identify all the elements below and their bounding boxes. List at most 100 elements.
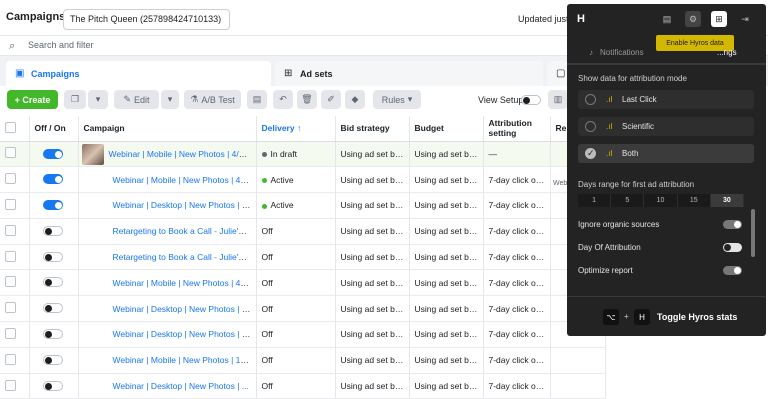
create-button[interactable]: + Create (7, 90, 58, 109)
table-row[interactable]: Webinar | Desktop | New Photos | 4/1... A… (0, 192, 606, 219)
days-option[interactable]: 15 (678, 194, 711, 207)
row-select[interactable] (0, 269, 30, 297)
column-header[interactable]: Budget (409, 116, 484, 142)
column-header[interactable]: Bid strategy (335, 116, 410, 142)
campaign-toggle[interactable] (42, 329, 63, 340)
campaign-toggle[interactable] (42, 225, 63, 236)
table-row[interactable]: Webinar | Mobile | New Photos | 4/5... Of… (0, 269, 606, 297)
days-option-selected[interactable]: 30 (710, 194, 745, 207)
panel-scrollbar[interactable] (751, 209, 755, 257)
campaign-name-link[interactable]: Webinar | Mobile | New Photos | 12/9... (113, 355, 256, 365)
grid-icon[interactable]: ⊞ (711, 11, 727, 27)
delete-button[interactable]: ▤ (247, 90, 267, 109)
row-checkbox[interactable] (5, 327, 16, 339)
row-select[interactable] (0, 166, 30, 194)
column-header[interactable]: Delivery ↑ (256, 116, 336, 142)
campaign-toggle[interactable] (42, 354, 63, 365)
duplicate-button[interactable]: ❐ (64, 90, 86, 109)
row-checkbox[interactable] (5, 147, 16, 159)
duplicate-dropdown[interactable]: ▾ (88, 90, 108, 109)
discard-button[interactable]: 🗑 (297, 90, 317, 109)
table-row[interactable]: Webinar | Desktop | New Photos | ... Off U… (0, 373, 606, 399)
row-select[interactable] (0, 141, 30, 168)
row-checkbox[interactable] (5, 198, 16, 210)
select-all-checkbox[interactable] (5, 121, 16, 133)
column-header[interactable]: Campaign (78, 116, 257, 142)
campaign-toggle[interactable] (42, 380, 63, 391)
edit-button[interactable]: ✎ Edit (114, 90, 159, 109)
table-row[interactable]: Webinar | Desktop | New Photos | 12/... O… (0, 321, 606, 348)
table-row[interactable]: Webinar | Mobile | New Photos | 4/15... A… (0, 166, 606, 194)
days-option[interactable]: 10 (644, 194, 678, 207)
mode-scientific[interactable]: .ıl Scientific (578, 117, 754, 136)
day-of-attribution-toggle[interactable] (723, 243, 742, 252)
columns-button[interactable]: ▥ (548, 90, 568, 109)
undo-button[interactable]: ↶ (273, 90, 293, 109)
campaign-name-link[interactable]: Webinar | Desktop | New Photos | 4/5/... (113, 304, 256, 314)
rules-button[interactable]: Rules ▾ (373, 90, 421, 109)
campaign-cell: Webinar | Desktop | New Photos | ... (78, 373, 257, 399)
campaign-toggle[interactable] (42, 148, 63, 159)
optimize-report-toggle[interactable] (723, 266, 742, 275)
row-select[interactable] (0, 244, 30, 271)
table-row[interactable]: Retargeting to Book a Call - Julie's W..… (0, 244, 606, 271)
row-checkbox[interactable] (5, 353, 16, 365)
campaign-toggle[interactable] (42, 200, 63, 211)
row-select[interactable] (0, 373, 30, 399)
row-select[interactable] (0, 321, 30, 348)
ignore-organic-toggle[interactable] (723, 220, 742, 229)
row-checkbox[interactable] (5, 379, 16, 391)
radio-button[interactable] (585, 94, 596, 105)
row-checkbox[interactable] (5, 250, 16, 262)
search-input[interactable]: Search and filter (28, 40, 94, 50)
tab-ad-sets[interactable]: ⊞ Ad sets (275, 61, 543, 86)
column-header[interactable]: Off / On (29, 116, 79, 142)
tag-button[interactable]: ◆ (345, 90, 365, 109)
row-checkbox[interactable] (5, 302, 16, 314)
campaign-name-link[interactable]: Webinar | Desktop | New Photos | 4/1... (113, 200, 256, 210)
campaign-name-link[interactable]: Webinar | Mobile | New Photos | 4/5... (113, 278, 255, 288)
row-select[interactable] (0, 295, 30, 323)
account-selector[interactable]: The Pitch Queen (257898424710133) (63, 9, 230, 30)
tab-notifications[interactable]: Notifications (600, 48, 644, 57)
campaign-name-link[interactable]: Webinar | Desktop | New Photos | ... (113, 381, 249, 391)
row-select[interactable] (0, 347, 30, 374)
view-setup-toggle[interactable] (521, 95, 541, 105)
campaign-toggle[interactable] (42, 277, 63, 288)
table-row[interactable]: Webinar | Desktop | New Photos | 4/5/...… (0, 295, 606, 323)
row-checkbox[interactable] (5, 224, 16, 236)
table-row[interactable]: Webinar | Mobile | New Photos | 12/9... O… (0, 347, 606, 374)
option-key: ⌥ (603, 309, 619, 325)
campaign-name-link[interactable]: Retargeting to Book a Call - Julie's W..… (113, 226, 256, 236)
edit-dropdown[interactable]: ▾ (161, 90, 179, 109)
radio-button[interactable] (585, 121, 596, 132)
days-option[interactable]: 1 (578, 194, 612, 207)
row-checkbox[interactable] (5, 173, 16, 185)
tab-settings[interactable]: ...ngs (717, 48, 737, 57)
mode-both[interactable]: .ıl Both (578, 144, 754, 163)
campaign-name-link[interactable]: Webinar | Mobile | New Photos | 4/21... (109, 149, 256, 159)
campaign-cell: Webinar | Desktop | New Photos | 4/5/... (78, 295, 257, 323)
table-row[interactable]: Webinar | Mobile | New Photos | 4/21... I… (0, 141, 606, 168)
campaign-name-link[interactable]: Webinar | Mobile | New Photos | 4/15... (113, 175, 256, 185)
logout-icon[interactable]: ⇥ (737, 11, 753, 27)
radio-button-checked[interactable] (585, 148, 596, 159)
campaign-name-link[interactable]: Webinar | Desktop | New Photos | 12/... (113, 329, 256, 339)
ab-test-button[interactable]: ⚗ A/B Test (184, 90, 241, 109)
mode-last-click[interactable]: .ıl Last Click (578, 90, 754, 109)
campaign-toggle[interactable] (42, 303, 63, 314)
campaign-toggle[interactable] (42, 251, 63, 262)
table-row[interactable]: Retargeting to Book a Call - Julie's W..… (0, 218, 606, 245)
campaign-toggle[interactable] (42, 174, 63, 185)
tab-campaigns[interactable]: ▣ Campaigns (6, 61, 271, 86)
row-checkbox[interactable] (5, 276, 16, 288)
column-header[interactable]: Attribution setting (483, 116, 551, 142)
days-option[interactable]: 5 (611, 194, 645, 207)
campaign-name-link[interactable]: Retargeting to Book a Call - Julie's W..… (113, 252, 256, 262)
row-select[interactable] (0, 192, 30, 219)
enable-data-icon[interactable]: ⚙ (685, 11, 701, 27)
row-select[interactable] (0, 218, 30, 245)
select-all-header[interactable] (0, 116, 30, 142)
preview-button[interactable]: ✐ (321, 90, 341, 109)
report-icon[interactable]: ▤ (659, 11, 675, 27)
